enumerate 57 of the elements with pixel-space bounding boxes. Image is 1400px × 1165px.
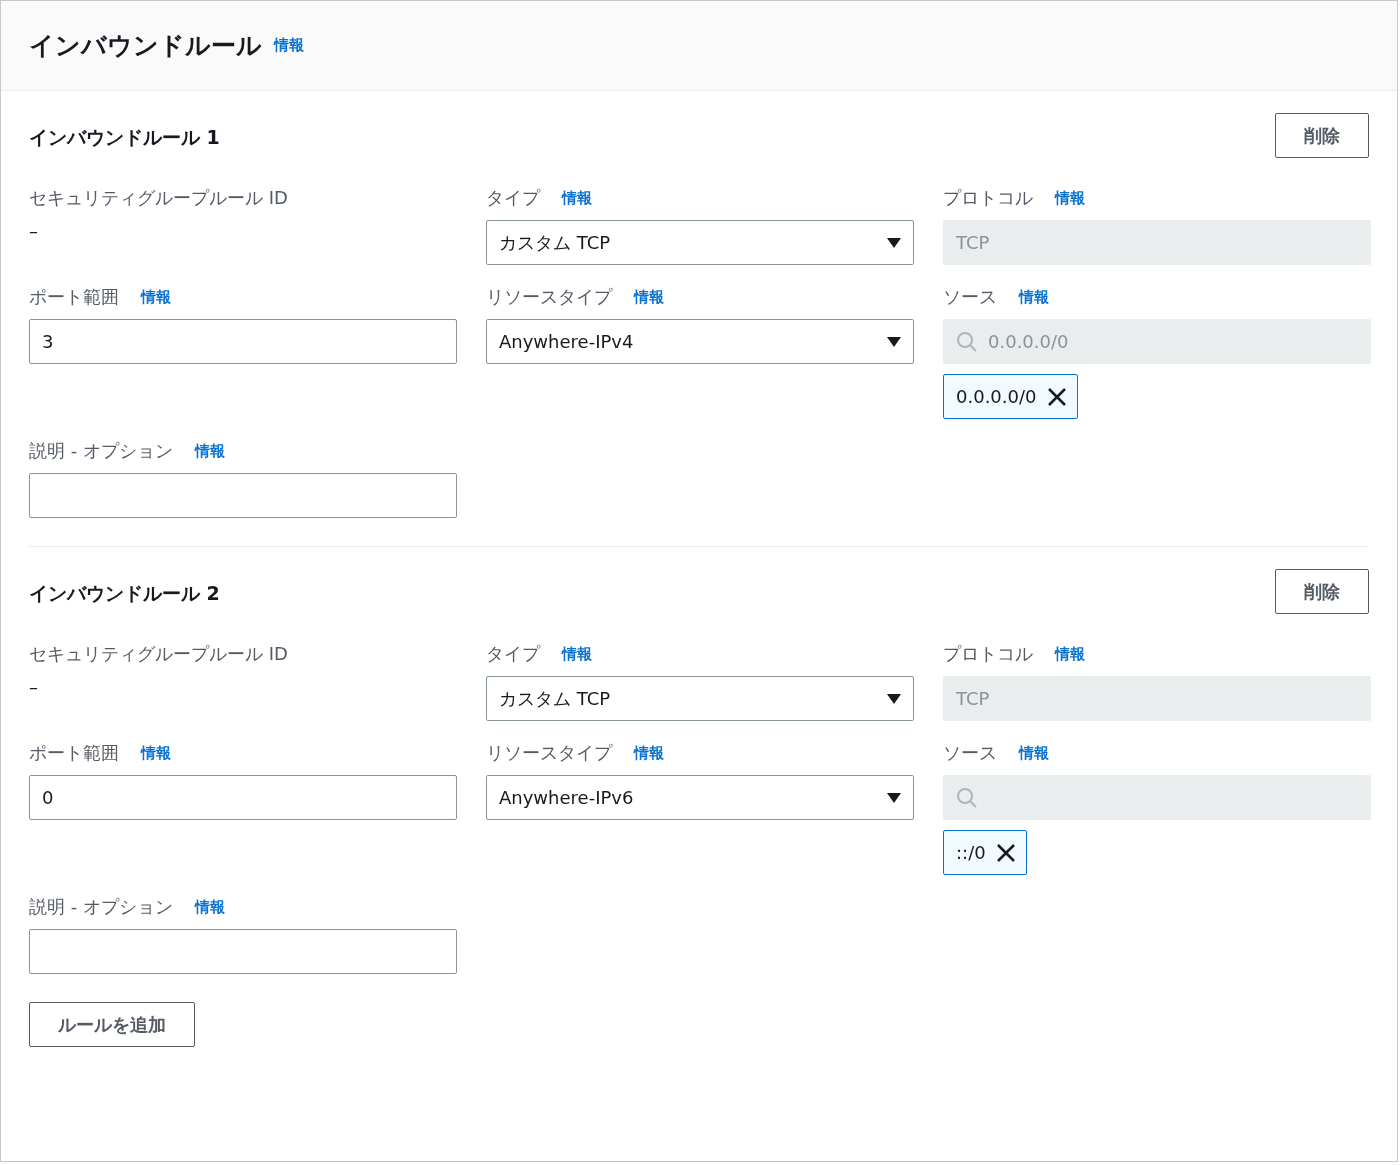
input-field[interactable] xyxy=(29,473,457,518)
caret-icon xyxy=(887,237,901,248)
caret-icon xyxy=(887,336,901,347)
field-label: プロトコル xyxy=(943,642,1033,666)
info-link[interactable]: 情報 xyxy=(274,36,304,55)
field-label: リソースタイプ xyxy=(486,741,612,765)
close-icon[interactable] xyxy=(1046,386,1067,407)
caret-icon xyxy=(887,792,901,803)
search-icon xyxy=(956,330,978,353)
info-link[interactable]: 情報 xyxy=(562,188,592,208)
info-link[interactable]: 情報 xyxy=(1019,287,1049,307)
info-link[interactable]: 情報 xyxy=(194,441,225,461)
search-icon xyxy=(956,786,978,809)
select-field[interactable]: Anywhere-IPv6 xyxy=(486,775,914,820)
panel-title: インバウンドルール xyxy=(29,30,262,62)
search-field[interactable]: 0.0.0.0/0 xyxy=(943,319,1371,364)
search-field[interactable] xyxy=(943,775,1371,820)
info-link[interactable]: 情報 xyxy=(1019,743,1049,763)
info-link[interactable]: 情報 xyxy=(562,644,592,664)
field-value: – xyxy=(29,220,39,241)
protocol-field: TCP xyxy=(943,220,1371,265)
source-token: 0.0.0.0/0 xyxy=(943,374,1078,419)
field-label: 説明 - オプション xyxy=(29,895,173,919)
delete-button[interactable]: 削除 xyxy=(1275,113,1369,158)
info-link[interactable]: 情報 xyxy=(634,287,664,307)
field-label: タイプ xyxy=(486,642,540,666)
input-field[interactable] xyxy=(29,929,457,974)
field-label: セキュリティグループルール ID xyxy=(29,642,288,666)
caret-icon xyxy=(887,693,901,704)
info-link[interactable]: 情報 xyxy=(1055,644,1085,664)
field-label: ポート範囲 xyxy=(29,741,119,765)
protocol-field: TCP xyxy=(943,676,1371,721)
field-label: タイプ xyxy=(486,186,540,210)
add-rule-button[interactable]: ルールを追加 xyxy=(29,1002,195,1047)
delete-button[interactable]: 削除 xyxy=(1275,569,1369,614)
select-field[interactable]: カスタム TCP xyxy=(486,220,914,265)
field-label: ソース xyxy=(943,285,997,309)
field-label: ポート範囲 xyxy=(29,285,119,309)
field-label: リソースタイプ xyxy=(486,285,612,309)
field-label: セキュリティグループルール ID xyxy=(29,186,288,210)
close-icon[interactable] xyxy=(995,842,1016,863)
select-field[interactable]: カスタム TCP xyxy=(486,676,914,721)
field-value: – xyxy=(29,676,39,697)
info-link[interactable]: 情報 xyxy=(141,287,171,307)
input-field[interactable]: 3 xyxy=(29,319,457,364)
field-label: ソース xyxy=(943,741,997,765)
info-link[interactable]: 情報 xyxy=(1055,188,1085,208)
field-label: プロトコル xyxy=(943,186,1033,210)
info-link[interactable]: 情報 xyxy=(194,897,225,917)
input-field[interactable]: 0 xyxy=(29,775,457,820)
info-link[interactable]: 情報 xyxy=(634,743,664,763)
field-label: 説明 - オプション xyxy=(29,439,173,463)
source-token: ::/0 xyxy=(943,830,1027,875)
rule-title: インバウンドルール 1 xyxy=(29,125,220,150)
rule-title: インバウンドルール 2 xyxy=(29,581,220,606)
info-link[interactable]: 情報 xyxy=(141,743,171,763)
select-field[interactable]: Anywhere-IPv4 xyxy=(486,319,914,364)
